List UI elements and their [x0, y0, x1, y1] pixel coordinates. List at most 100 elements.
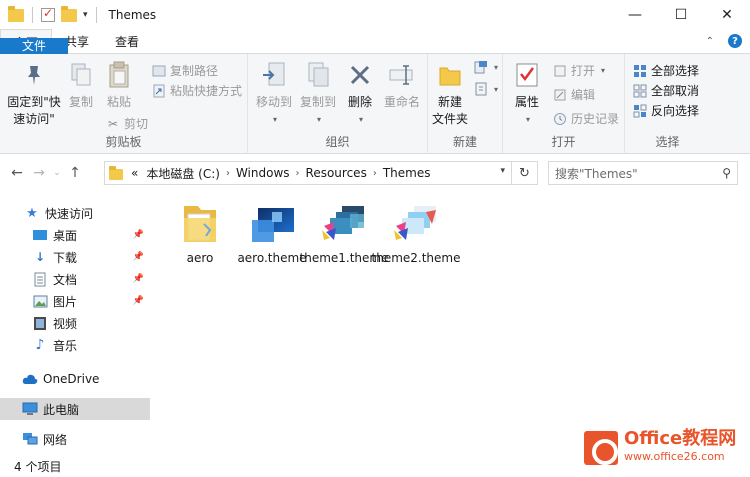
pin-icon[interactable]: 📌	[133, 230, 144, 240]
minimize-button[interactable]: —	[612, 0, 658, 30]
folder-icon	[176, 202, 224, 246]
address-bar[interactable]: « 本地磁盘 (C:) › Windows › Resources › Them…	[104, 161, 512, 185]
nav-label: 文档	[53, 272, 78, 287]
navigation-pane: ★ 快速访问 桌面 📌 ↓ 下载 📌 文档 📌 图片 📌 视频 ♪ 音乐 One…	[0, 194, 150, 454]
file-item[interactable]: theme1.theme	[300, 202, 389, 266]
file-name: aero	[186, 251, 214, 265]
watermark-brand: Office教程网	[624, 428, 737, 449]
back-arrow-icon[interactable]: ←	[6, 165, 28, 181]
properties-quick-icon[interactable]	[41, 6, 55, 22]
copy-button[interactable]: 复制	[64, 60, 98, 111]
open-button[interactable]: 打开 ▾	[553, 62, 605, 79]
easy-access-icon	[474, 82, 488, 96]
theme-file-icon	[248, 202, 296, 246]
forward-arrow-icon[interactable]: →	[28, 165, 50, 181]
history-label: 历史记录	[571, 112, 620, 126]
nav-item-documents[interactable]: 文档 📌	[0, 268, 150, 290]
new-folder-quick-icon[interactable]	[61, 5, 77, 22]
select-none-icon	[633, 84, 647, 98]
breadcrumb-overflow[interactable]: «	[131, 166, 138, 180]
chevron-right-icon[interactable]: ›	[373, 168, 377, 179]
recent-locations-dropdown-icon[interactable]: ⌄	[50, 168, 64, 178]
refresh-button[interactable]: ↻	[512, 161, 538, 185]
file-item[interactable]: theme2.theme	[372, 202, 461, 266]
group-label-clipboard: 剪贴板	[105, 135, 142, 149]
nav-item-music[interactable]: ♪ 音乐	[0, 334, 150, 356]
delete-dropdown-icon: ▾	[358, 115, 363, 124]
copy-path-label: 复制路径	[170, 64, 219, 78]
cut-button[interactable]: ✂ 剪切	[106, 115, 148, 132]
nav-item-this-pc[interactable]: 此电脑	[0, 398, 150, 420]
up-arrow-icon[interactable]: ↑	[64, 165, 86, 181]
nav-item-network[interactable]: 网络	[0, 428, 150, 450]
new-folder-button[interactable]: 新建 文件夹	[430, 60, 470, 128]
customize-toolbar-dropdown-icon[interactable]: ▾	[83, 10, 88, 20]
rename-label: 重命名	[383, 95, 420, 109]
copy-path-icon	[152, 64, 166, 78]
document-icon	[32, 271, 48, 287]
edit-icon	[553, 88, 567, 102]
file-item[interactable]: aero.theme	[237, 202, 307, 266]
breadcrumb-themes[interactable]: Themes	[383, 166, 431, 180]
scissors-icon: ✂	[107, 116, 119, 131]
nav-item-quick-access[interactable]: ★ 快速访问	[0, 202, 150, 224]
edit-button[interactable]: 编辑	[553, 86, 595, 103]
history-button[interactable]: 历史记录	[553, 110, 619, 127]
paste-label: 粘贴	[106, 95, 131, 109]
nav-item-pictures[interactable]: 图片 📌	[0, 290, 150, 312]
cut-label: 剪切	[124, 117, 149, 131]
breadcrumb-windows[interactable]: Windows	[236, 166, 290, 180]
nav-label: OneDrive	[43, 372, 100, 386]
move-to-button[interactable]: 移动到 ▾	[252, 60, 296, 128]
group-label-open: 打开	[551, 135, 576, 149]
help-icon[interactable]: ?	[728, 34, 742, 48]
new-item-button[interactable]: ▾	[474, 60, 498, 74]
breadcrumb-local-disk[interactable]: 本地磁盘 (C:)	[146, 165, 220, 182]
invert-selection-icon	[633, 104, 647, 118]
collapse-ribbon-icon[interactable]: ⌃	[706, 36, 714, 47]
easy-access-dropdown-icon: ▾	[494, 84, 499, 94]
item-count: 4 个项目	[14, 460, 62, 474]
group-new: 新建 文件夹 ▾ ▾ 新建	[428, 54, 503, 154]
nav-item-downloads[interactable]: ↓ 下载 📌	[0, 246, 150, 268]
delete-button[interactable]: 删除 ▾	[342, 60, 378, 128]
copy-path-button[interactable]: 复制路径	[152, 62, 218, 79]
quick-access-toolbar: ▾	[0, 0, 99, 30]
group-open: 属性 ▾ 打开 ▾ 编辑 历史记录 打开	[503, 54, 625, 154]
breadcrumb-resources[interactable]: Resources	[306, 166, 367, 180]
nav-label: 此电脑	[43, 402, 80, 417]
close-button[interactable]: ✕	[704, 0, 750, 30]
ribbon-tabs: 文件 主页 共享 查看 ⌃ ?	[0, 29, 750, 62]
pin-icon[interactable]: 📌	[133, 296, 144, 306]
nav-item-videos[interactable]: 视频	[0, 312, 150, 334]
copy-to-button[interactable]: 复制到 ▾	[296, 60, 340, 128]
pin-icon[interactable]: 📌	[133, 252, 144, 262]
search-input[interactable]: 搜索"Themes" ⚲	[548, 161, 738, 185]
rename-button[interactable]: 重命名	[380, 60, 424, 111]
nav-label: 网络	[43, 432, 68, 447]
nav-label: 视频	[53, 316, 78, 331]
nav-item-onedrive[interactable]: OneDrive	[0, 368, 150, 390]
address-dropdown-icon[interactable]: ▾	[500, 166, 505, 176]
group-label-organize: 组织	[325, 135, 350, 149]
properties-button[interactable]: 属性 ▾	[509, 60, 545, 128]
nav-item-desktop[interactable]: 桌面 📌	[0, 224, 150, 246]
pin-quick-access-button[interactable]: 固定到"快 速访问"	[4, 60, 64, 128]
tab-view[interactable]: 查看	[102, 29, 152, 53]
paste-shortcut-button[interactable]: 粘贴快捷方式	[152, 82, 242, 99]
desktop-icon	[32, 227, 48, 243]
select-all-button[interactable]: 全部选择	[633, 62, 699, 79]
chevron-right-icon[interactable]: ›	[296, 168, 300, 179]
select-none-label: 全部取消	[651, 84, 700, 98]
maximize-button[interactable]: ☐	[658, 0, 704, 30]
easy-access-button[interactable]: ▾	[474, 82, 498, 96]
file-name: aero.theme	[237, 251, 307, 265]
select-none-button[interactable]: 全部取消	[633, 82, 699, 99]
chevron-right-icon[interactable]: ›	[226, 168, 230, 179]
paste-button[interactable]: 粘贴	[102, 60, 136, 111]
new-folder-label: 新建 文件夹	[431, 95, 468, 126]
invert-selection-button[interactable]: 反向选择	[633, 102, 699, 119]
window-title: Themes	[108, 8, 157, 22]
pin-icon[interactable]: 📌	[133, 274, 144, 284]
file-item[interactable]: aero	[166, 202, 234, 266]
